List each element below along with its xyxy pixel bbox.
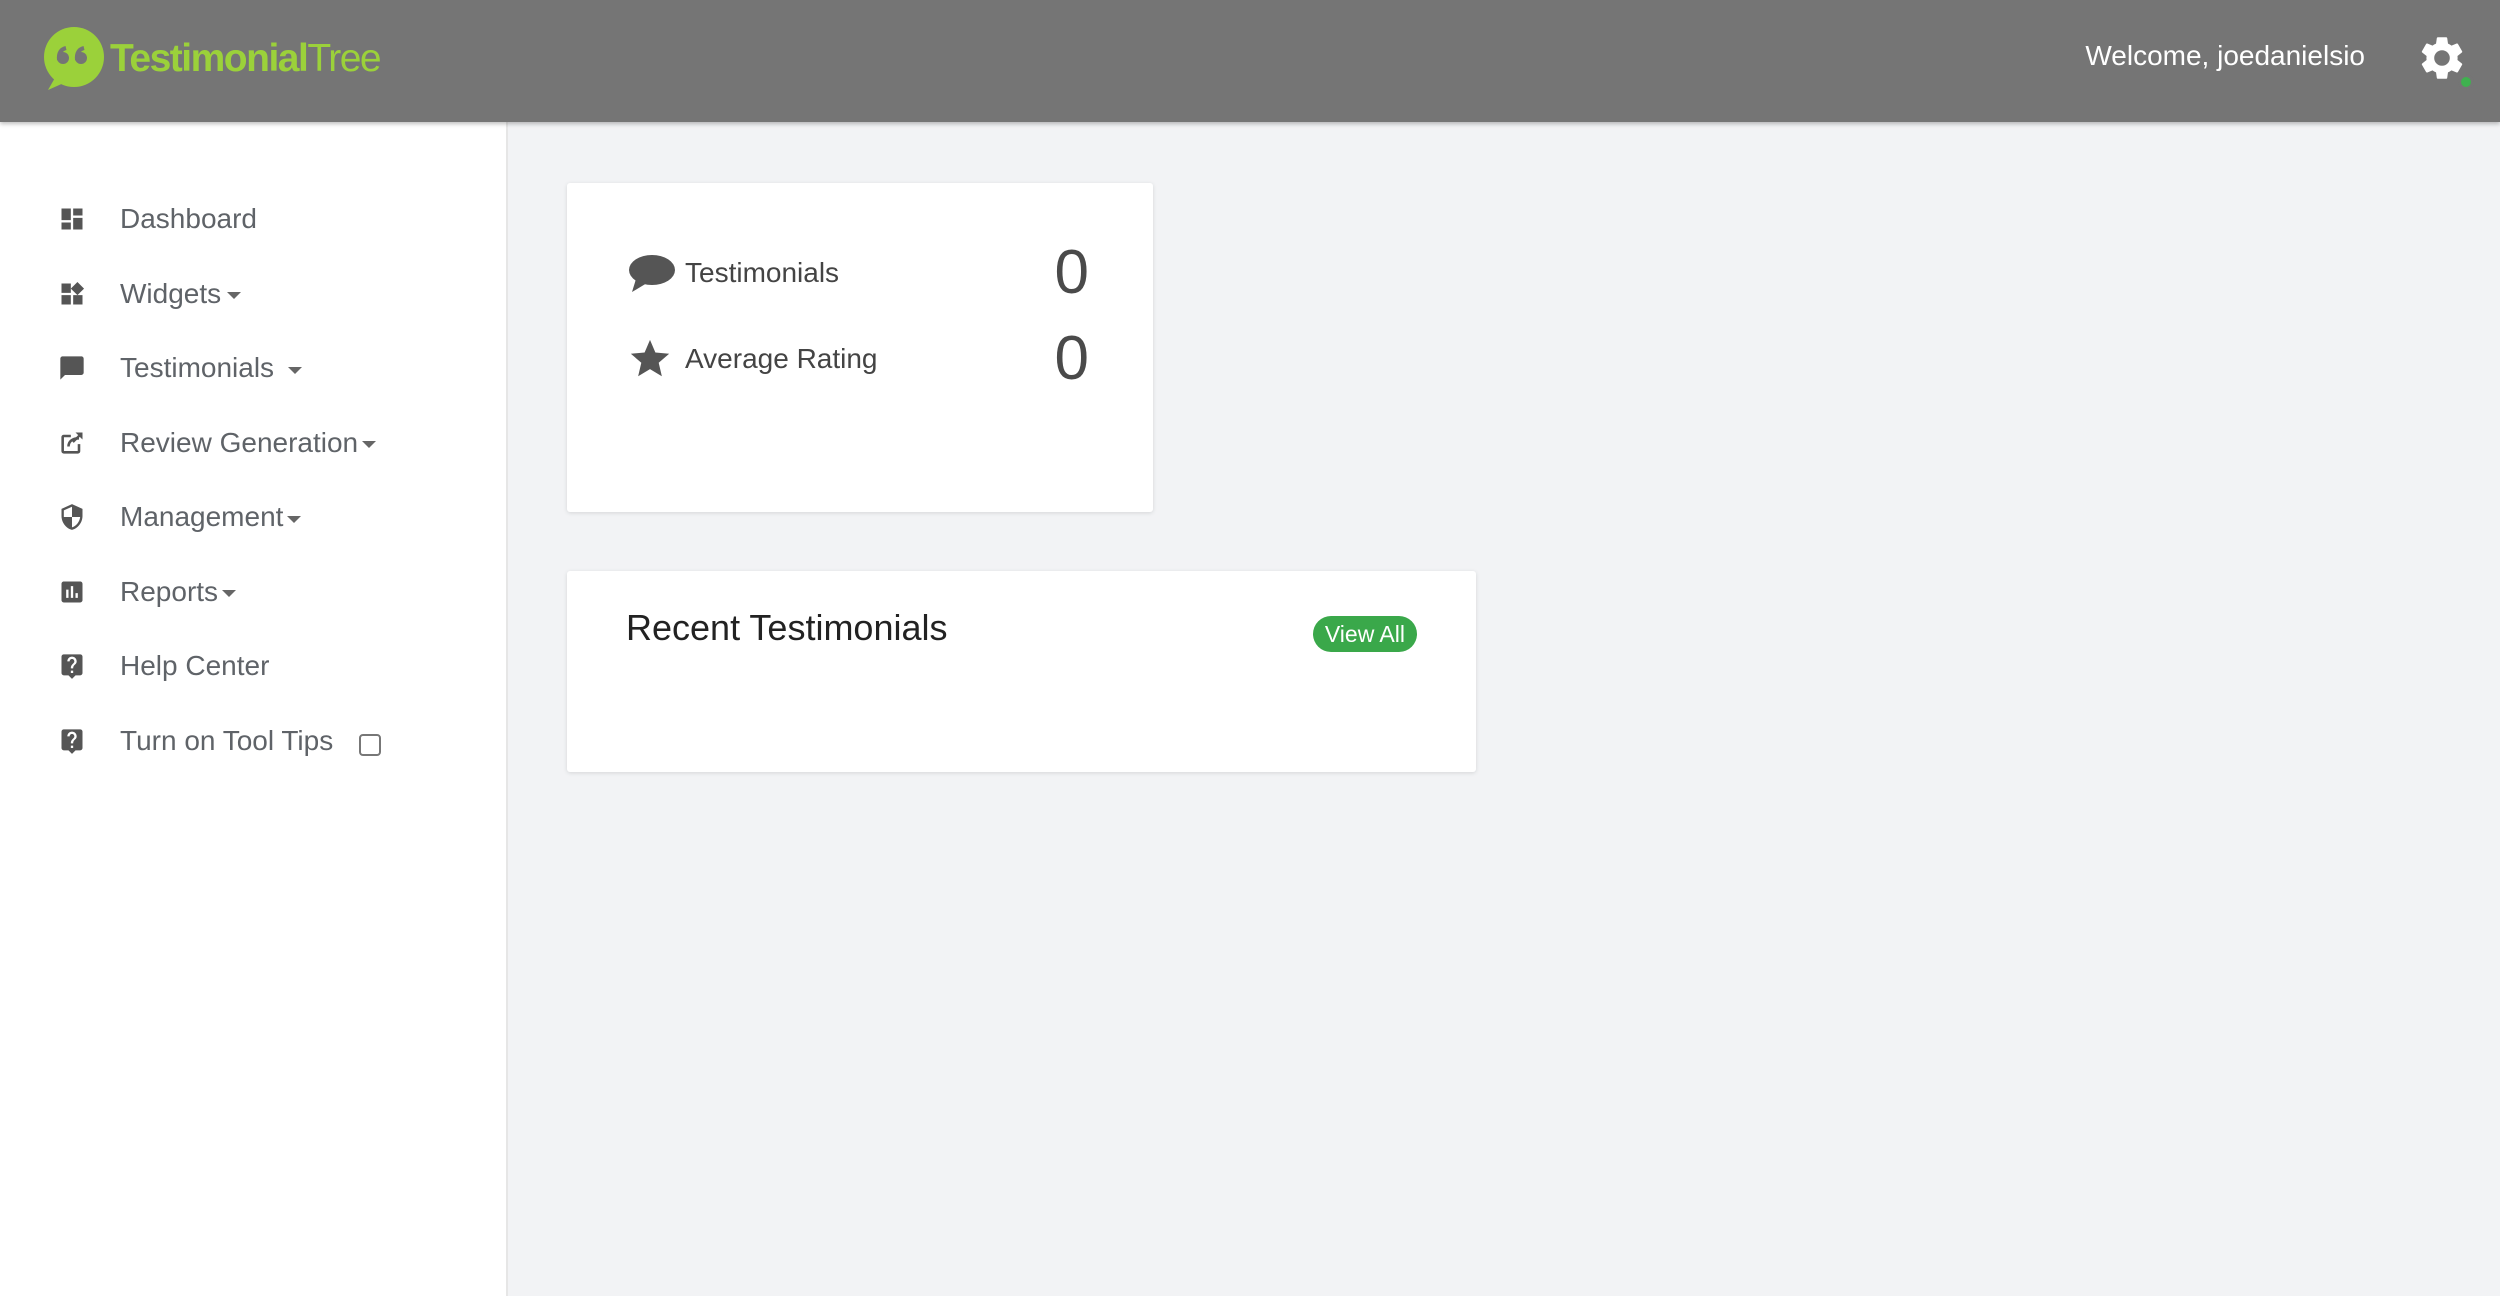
testimonials-label: Testimonials <box>685 256 840 288</box>
sidebar-item-reports[interactable]: Reports <box>0 555 381 630</box>
sidebar-item-label: Help Center <box>120 650 270 682</box>
rating-stat: Average Rating 0 <box>627 323 1089 394</box>
recent-testimonials-title: Recent Testimonials <box>626 607 948 648</box>
sidebar-item-label: Testimonials <box>120 352 275 384</box>
sidebar-item-dashboard[interactable]: Dashboard <box>0 182 381 257</box>
welcome-text: Welcome, joedanielsio <box>2085 40 2365 71</box>
sidebar-item-help-center[interactable]: Help Center <box>0 629 381 704</box>
chevron-down-icon <box>288 366 303 374</box>
stats-card: Testimonials 0 Average Rating 0 <box>567 183 1153 512</box>
sidebar-item-label: Reports <box>120 575 219 607</box>
help-icon <box>58 727 86 755</box>
testimonials-stat: Testimonials 0 <box>627 237 1089 308</box>
sidebar-nav: Dashboard Widgets Testimonials Review Ge… <box>0 182 382 779</box>
brand-logo[interactable]: TestimonialTree <box>36 24 382 94</box>
average-rating-label: Average Rating <box>685 342 878 374</box>
sidebar-item-widgets[interactable]: Widgets <box>0 257 381 332</box>
sidebar-item-management[interactable]: Management <box>0 480 381 555</box>
brand-name: TestimonialTree <box>110 37 382 81</box>
brand-name-part1: Testimonial <box>110 37 309 80</box>
comment-icon <box>58 354 86 382</box>
chevron-down-icon <box>222 590 237 598</box>
share-icon <box>58 429 86 457</box>
brand-name-part2: Tree <box>307 37 381 80</box>
sidebar-item-label: Review Generation <box>120 426 359 458</box>
tool-tips-checkbox[interactable] <box>359 733 382 756</box>
chevron-down-icon <box>362 441 377 449</box>
dashboard-icon <box>58 205 86 233</box>
sidebar-item-label: Dashboard <box>120 203 257 235</box>
bar-chart-icon <box>58 578 86 606</box>
shield-icon <box>58 503 86 531</box>
settings-button[interactable] <box>2416 30 2474 90</box>
testimonials-count: 0 <box>1054 238 1089 307</box>
online-status-dot <box>2458 74 2474 90</box>
chevron-down-icon <box>227 292 242 300</box>
star-icon <box>627 337 677 381</box>
sidebar: Dashboard Widgets Testimonials Review Ge… <box>0 122 508 1296</box>
sidebar-item-tool-tips: Turn on Tool Tips <box>0 704 382 779</box>
top-bar: TestimonialTree Welcome, joedanielsio <box>0 0 2500 122</box>
recent-testimonials-card: Recent Testimonials View All <box>567 571 1476 772</box>
chevron-down-icon <box>287 515 302 523</box>
widgets-icon <box>58 280 86 308</box>
logo-quote-icon <box>44 27 104 90</box>
sidebar-item-testimonials[interactable]: Testimonials <box>0 331 381 406</box>
speech-bubble-icon <box>627 251 677 295</box>
help-icon <box>58 652 86 680</box>
sidebar-item-label: Turn on Tool Tips <box>120 724 334 756</box>
average-rating-value: 0 <box>1054 324 1089 393</box>
sidebar-item-review-generation[interactable]: Review Generation <box>0 406 381 481</box>
view-all-button[interactable]: View All <box>1312 616 1417 652</box>
sidebar-item-label: Management <box>120 501 284 533</box>
sidebar-item-label: Widgets <box>120 277 222 309</box>
